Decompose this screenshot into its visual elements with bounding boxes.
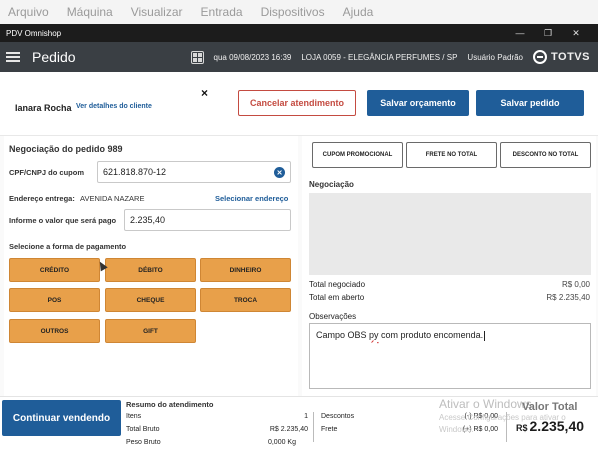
total-open-label: Total em aberto xyxy=(309,293,365,302)
total-currency: R$ xyxy=(516,423,528,433)
clear-cpf-icon[interactable]: ✕ xyxy=(274,167,285,178)
customer-name: Ianara Rocha xyxy=(15,103,72,113)
payment-gift-button[interactable]: GIFT xyxy=(105,319,196,343)
payment-troca-button[interactable]: TROCA xyxy=(200,288,291,312)
cpf-value: 621.818.870-12 xyxy=(103,167,167,177)
menu-ajuda[interactable]: Ajuda xyxy=(343,5,374,19)
window-title: PDV Omnishop xyxy=(6,28,62,38)
save-quote-button[interactable]: Salvar orçamento xyxy=(367,90,469,116)
observations-label: Observações xyxy=(309,312,357,321)
customer-details-link[interactable]: Ver detalhes do cliente xyxy=(76,103,152,110)
total-amount: 2.235,40 xyxy=(529,418,585,434)
gross-total-value: R$ 2.235,40 xyxy=(269,426,308,433)
total-value: R$ 2.235,40 xyxy=(516,418,584,434)
freight-label: Frete xyxy=(321,426,338,433)
total-negotiated-label: Total negociado xyxy=(309,280,366,289)
summary-title: Resumo do atendimento xyxy=(126,400,214,409)
negotiation-title: Negociação do pedido 989 xyxy=(9,144,123,154)
observations-text-end: com produto encomenda. xyxy=(378,330,484,340)
total-negotiated-value: R$ 0,00 xyxy=(561,280,590,289)
calculator-icon[interactable] xyxy=(190,50,204,64)
gross-total-label: Total Bruto xyxy=(126,426,160,433)
totvs-logo-icon xyxy=(533,50,548,64)
amount-field[interactable]: 2.235,40 xyxy=(124,209,291,231)
select-address-link[interactable]: Selecionar endereço xyxy=(215,194,288,203)
gross-weight-label: Peso Bruto xyxy=(126,439,161,446)
payment-outros-button[interactable]: OUTROS xyxy=(9,319,100,343)
customer-bar: Ianara Rocha Ver detalhes do cliente × C… xyxy=(0,72,598,136)
total-value-label: Valor Total xyxy=(522,401,578,413)
negotiation-subtitle: Negociação xyxy=(309,180,354,189)
observations-text-start: Campo OBS xyxy=(316,330,370,340)
footer-divider xyxy=(313,412,314,442)
close-icon[interactable]: ✕ xyxy=(562,24,590,42)
menu-arquivo[interactable]: Arquivo xyxy=(8,5,49,19)
address-label: Endereço entrega: xyxy=(9,194,75,203)
minimize-icon[interactable]: — xyxy=(506,24,534,42)
amount-label: Informe o valor que será pago xyxy=(9,216,117,225)
address-value: AVENIDA NAZARE xyxy=(80,194,145,203)
restore-icon[interactable]: ❐ xyxy=(534,24,562,42)
promo-coupon-button[interactable]: CUPOM PROMOCIONAL xyxy=(312,142,403,168)
totvs-logo: TOTVS xyxy=(533,50,590,64)
window-title-bar: PDV Omnishop — ❐ ✕ xyxy=(0,24,598,42)
windows-activation-title: Ativar o Windows xyxy=(439,397,532,411)
remove-customer-icon[interactable]: × xyxy=(201,86,208,100)
discount-total-button[interactable]: DESCONTO NO TOTAL xyxy=(500,142,591,168)
save-order-button[interactable]: Salvar pedido xyxy=(476,90,584,116)
payment-title: Selecione a forma de pagamento xyxy=(9,242,127,251)
menu-dispositivos[interactable]: Dispositivos xyxy=(261,5,325,19)
negotiation-list xyxy=(309,193,591,275)
vm-menu-bar: Arquivo Máquina Visualizar Entrada Dispo… xyxy=(0,0,598,24)
text-caret xyxy=(484,330,486,341)
payment-credito-button[interactable]: CRÉDITO xyxy=(9,258,100,282)
gross-weight-value: 0,000 Kg xyxy=(267,439,296,446)
page-title: Pedido xyxy=(32,49,76,65)
cpf-label: CPF/CNPJ do cupom xyxy=(9,168,85,177)
app-header: Pedido qua 09/08/2023 16:39 LOJA 0059 - … xyxy=(0,42,598,72)
discounts-label: Descontos xyxy=(321,413,355,420)
menu-maquina[interactable]: Máquina xyxy=(67,5,113,19)
continue-selling-button[interactable]: Continuar vendendo xyxy=(2,400,121,436)
header-store: LOJA 0059 - ELEGÂNCIA PERFUMES / SP xyxy=(301,52,458,62)
payment-cheque-button[interactable]: CHEQUE xyxy=(105,288,196,312)
observations-textarea[interactable]: Campo OBS py com produto encomenda. xyxy=(309,323,591,389)
items-value: 1 xyxy=(304,413,308,420)
payment-dinheiro-button[interactable]: DINHEIRO xyxy=(200,258,291,282)
header-datetime: qua 09/08/2023 16:39 xyxy=(213,52,292,62)
payment-pos-button[interactable]: POS xyxy=(9,288,100,312)
header-user[interactable]: Usuário Padrão xyxy=(467,53,523,62)
total-open-value: R$ 2.235,40 xyxy=(546,293,590,302)
amount-value: 2.235,40 xyxy=(130,215,166,225)
cpf-field[interactable]: 621.818.870-12 ✕ xyxy=(97,161,291,183)
menu-entrada[interactable]: Entrada xyxy=(201,5,243,19)
items-label: Itens xyxy=(126,413,142,420)
menu-visualizar[interactable]: Visualizar xyxy=(131,5,183,19)
payment-debito-button[interactable]: DÉBITO xyxy=(105,258,196,282)
hamburger-menu-icon[interactable] xyxy=(6,52,20,62)
observations-text-misspelled: py xyxy=(369,330,379,340)
cancel-service-button[interactable]: Cancelar atendimento xyxy=(238,90,356,116)
freight-total-button[interactable]: FRETE NO TOTAL xyxy=(406,142,497,168)
